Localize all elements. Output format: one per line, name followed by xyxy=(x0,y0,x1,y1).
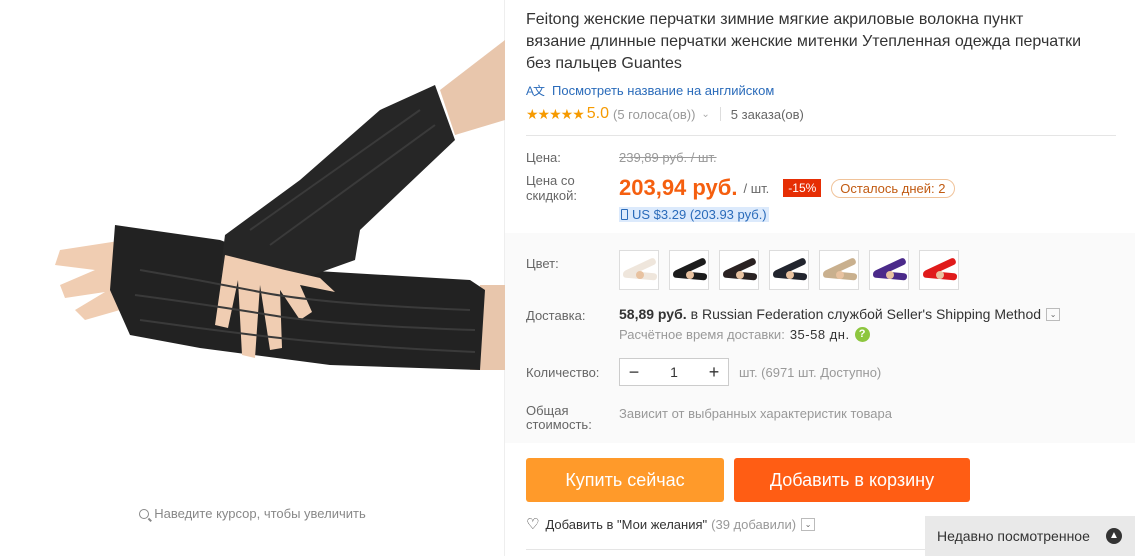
discount-price: 203,94 руб. xyxy=(619,175,738,200)
translate-link[interactable]: A文 Посмотреть название на английском xyxy=(526,80,1126,100)
swatch-hand xyxy=(686,271,694,279)
recently-viewed-label: Недавно посмотренное xyxy=(937,528,1090,544)
per-unit: / шт. xyxy=(743,180,770,196)
usd-price-text: US $3.29 (203.93 руб.) xyxy=(632,207,767,222)
swatch-hand xyxy=(836,271,844,279)
original-price: 239,89 руб. / шт. xyxy=(619,150,717,165)
quantity-label: Количество: xyxy=(526,364,600,380)
quantity-stepper: − 1 + xyxy=(619,358,729,386)
rating-value: 5.0 xyxy=(586,105,610,122)
shipping-price: 58,89 руб. xyxy=(619,306,687,322)
price-label: Цена: xyxy=(526,150,561,165)
swatch-hand xyxy=(936,271,944,279)
upper-glove xyxy=(220,85,455,285)
color-swatch-beige-light[interactable] xyxy=(619,250,659,290)
quantity-row: Количество: − 1 + шт. (6971 шт. Доступно… xyxy=(526,358,881,386)
original-price-row: Цена: 239,89 руб. / шт. xyxy=(526,150,717,165)
upper-forearm-skin xyxy=(440,40,505,135)
star-rating-icon: ★★★★★ xyxy=(526,105,585,122)
delivery-time: Расчётное время доставки: 35-58 дн. ? xyxy=(619,327,1060,342)
color-swatch-black[interactable] xyxy=(669,250,709,290)
delivery-time-label: Расчётное время доставки: xyxy=(619,327,785,342)
quantity-increase-button[interactable]: + xyxy=(700,359,728,385)
days-left-badge: Осталось дней: 2 xyxy=(831,178,955,198)
buy-now-button[interactable]: Купить сейчас xyxy=(526,458,724,502)
add-to-wishlist-link[interactable]: Добавить в "Мои желания" xyxy=(545,517,707,532)
divider xyxy=(719,107,721,121)
translate-link-text[interactable]: Посмотреть название на английском xyxy=(552,83,774,98)
shipping-label: Доставка: xyxy=(526,308,586,323)
add-to-cart-button[interactable]: Добавить в корзину xyxy=(734,458,970,502)
swatch-hand xyxy=(886,271,894,279)
color-label: Цвет: xyxy=(526,256,559,271)
quantity-decrease-button[interactable]: − xyxy=(620,359,648,385)
product-gallery: Наведите курсор, чтобы увеличить xyxy=(0,0,505,556)
votes-link[interactable]: (5 голоса(ов)) xyxy=(613,107,695,122)
magnifier-icon xyxy=(139,509,150,519)
swatch-hand xyxy=(636,271,644,279)
color-swatches xyxy=(619,250,969,290)
mobile-phone-icon xyxy=(621,209,628,220)
divider xyxy=(526,135,1116,136)
heart-plus-icon[interactable]: ♡ xyxy=(526,515,539,533)
total-label: Общая стоимость: xyxy=(526,403,592,432)
shipping-info: 58,89 руб. в Russian Federation службой … xyxy=(619,306,1061,322)
product-detail: Feitong женские перчатки зимние мягкие а… xyxy=(505,0,1135,550)
recently-viewed-panel[interactable]: Недавно посмотренное ▲ xyxy=(925,516,1135,556)
discount-badge: -15% xyxy=(783,179,822,197)
zoom-hint: Наведите курсор, чтобы увеличить xyxy=(0,506,505,521)
shipping-dropdown-icon[interactable]: ⌄ xyxy=(1046,307,1061,321)
product-image[interactable] xyxy=(0,30,505,390)
total-value: Зависит от выбранных характеристик товар… xyxy=(619,406,892,421)
discount-price-label: Цена со скидкой: xyxy=(526,173,577,203)
color-swatch-khaki[interactable] xyxy=(819,250,859,290)
color-swatch-red[interactable] xyxy=(919,250,959,290)
color-swatch-purple[interactable] xyxy=(869,250,909,290)
color-selector: Цвет: xyxy=(526,250,969,290)
shipping-method: в Russian Federation службой Seller's Sh… xyxy=(690,306,1042,322)
shipping-row: Доставка: 58,89 руб. в Russian Federatio… xyxy=(526,306,1061,342)
rating-row: ★★★★★ 5.0 (5 голоса(ов)) ⌄ 5 заказа(ов) xyxy=(526,103,1126,125)
availability-text: шт. (6971 шт. Доступно) xyxy=(739,364,882,380)
delivery-days: 35-58 дн. xyxy=(789,327,850,342)
total-row: Общая стоимость: Зависит от выбранных ха… xyxy=(526,404,892,432)
wishlist-dropdown-icon[interactable]: ⌄ xyxy=(801,517,816,531)
swatch-hand xyxy=(786,271,794,279)
color-swatch-black-dark[interactable] xyxy=(719,250,759,290)
product-title: Feitong женские перчатки зимние мягкие а… xyxy=(526,11,1082,72)
usd-price: US $3.29 (203.93 руб.) xyxy=(619,207,769,222)
orders-count: 5 заказа(ов) xyxy=(730,106,804,122)
wishlist-count: (39 добавили) xyxy=(711,516,797,532)
help-icon[interactable]: ? xyxy=(854,327,870,342)
wishlist-row: ♡ Добавить в "Мои желания" (39 добавили)… xyxy=(526,515,816,533)
swatch-hand xyxy=(736,271,744,279)
discount-price-row: Цена со скидкой: 203,94 руб. / шт. -15% … xyxy=(526,173,955,203)
chevron-down-icon[interactable]: ⌄ xyxy=(701,109,709,120)
chevron-up-icon[interactable]: ▲ xyxy=(1105,528,1122,544)
color-swatch-navy-black[interactable] xyxy=(769,250,809,290)
translate-icon: A文 xyxy=(526,83,545,98)
quantity-input[interactable]: 1 xyxy=(648,364,700,380)
